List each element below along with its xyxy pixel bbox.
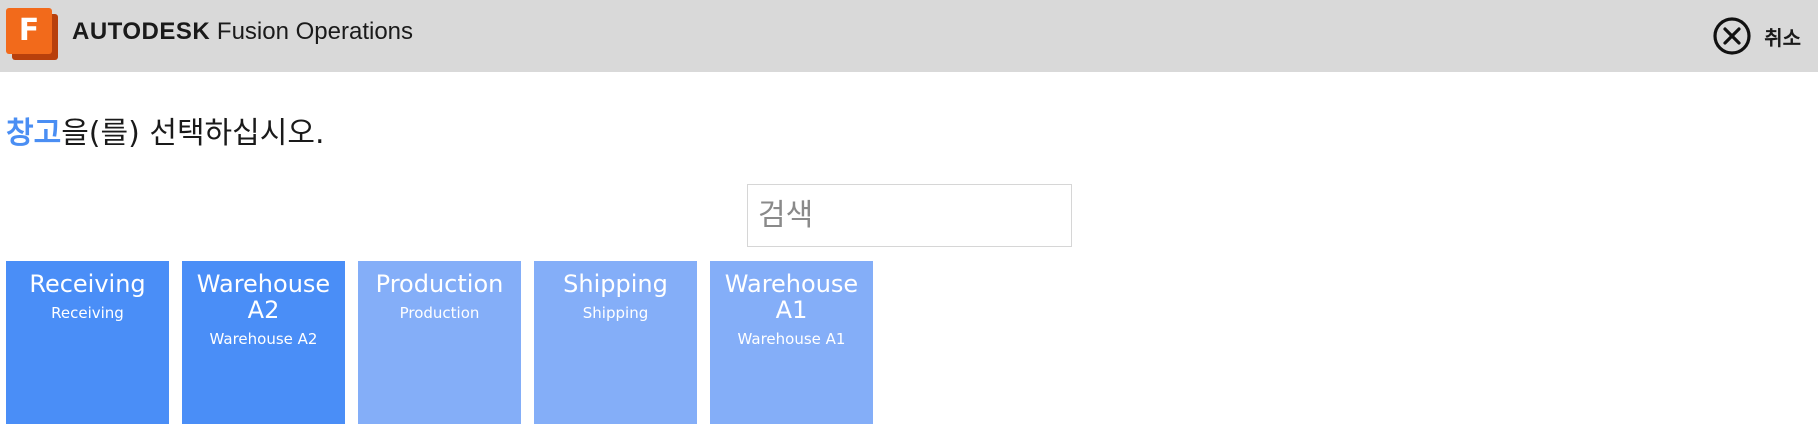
- warehouse-tile[interactable]: Shipping Shipping: [534, 261, 697, 424]
- warehouse-subtitle: Shipping: [582, 304, 649, 322]
- warehouse-subtitle: Production: [399, 304, 480, 322]
- prompt-text: 을(를) 선택하십시오.: [61, 116, 325, 151]
- warehouse-tile[interactable]: Warehouse A1 Warehouse A1: [710, 261, 873, 424]
- page-title: 창고을(를) 선택하십시오.: [6, 112, 324, 156]
- fusion-logo-icon: F: [6, 8, 58, 60]
- brand-rest: Fusion Operations: [216, 18, 414, 45]
- app-title: AUTODESK Fusion Operations: [72, 17, 413, 47]
- cancel-button[interactable]: 취소: [1712, 14, 1801, 58]
- warehouse-title: Shipping: [563, 270, 668, 298]
- warehouse-title: Warehouse A2: [196, 270, 331, 324]
- search-input[interactable]: [747, 184, 1072, 247]
- warehouse-title: Receiving: [29, 270, 146, 298]
- warehouse-subtitle: Warehouse A2: [209, 330, 318, 348]
- warehouse-tile[interactable]: Production Production: [358, 261, 521, 424]
- close-circle-icon: [1713, 17, 1751, 55]
- warehouse-title: Production: [375, 270, 504, 298]
- cancel-label: 취소: [1764, 25, 1801, 50]
- warehouse-tile[interactable]: Receiving Receiving: [6, 261, 169, 424]
- prompt-highlight: 창고: [6, 116, 62, 151]
- warehouse-tile[interactable]: Warehouse A2 Warehouse A2: [182, 261, 345, 424]
- warehouse-subtitle: Receiving: [51, 304, 124, 322]
- top-bar: F AUTODESK Fusion Operations 취소: [0, 0, 1818, 72]
- brand-bold: AUTODESK: [72, 18, 211, 45]
- logo-letter: F: [6, 8, 52, 54]
- warehouse-subtitle: Warehouse A1: [737, 330, 846, 348]
- warehouse-title: Warehouse A1: [724, 270, 859, 324]
